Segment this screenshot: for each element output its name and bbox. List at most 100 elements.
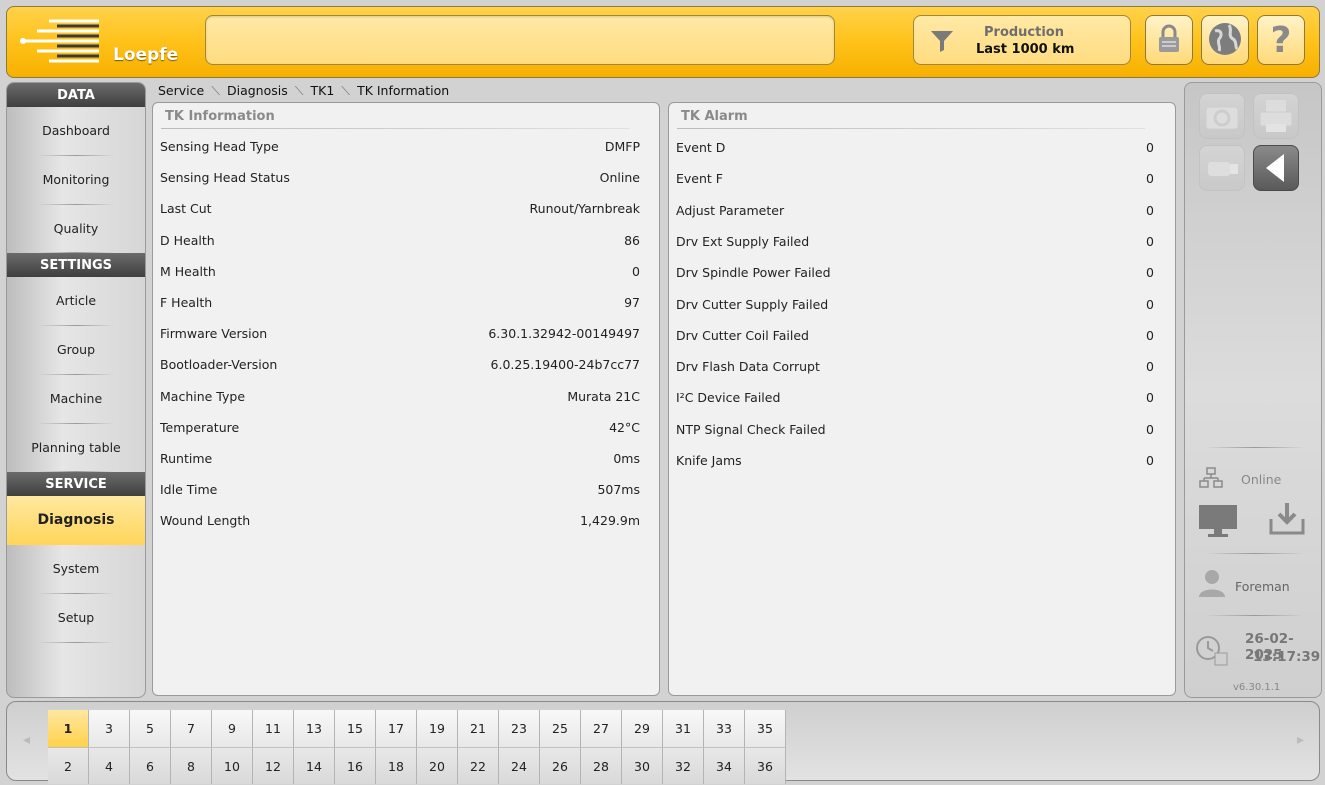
spindle-button[interactable]: 20 <box>417 747 458 784</box>
row-label: Bootloader-Version <box>160 357 278 373</box>
spindle-button[interactable]: 12 <box>253 747 294 784</box>
production-title: Production <box>984 25 1064 40</box>
spindle-button[interactable]: 23 <box>499 710 540 747</box>
nav-item-quality[interactable]: Quality <box>7 205 145 253</box>
loepfe-logo: Loepfe <box>17 15 178 73</box>
row-value: Online <box>599 170 640 186</box>
table-row: Drv Spindle Power Failed 0 <box>676 265 1154 285</box>
row-label: Machine Type <box>160 388 246 404</box>
print-button[interactable] <box>1253 93 1299 139</box>
spindle-button[interactable]: 13 <box>294 710 335 747</box>
row-label: F Health <box>160 295 213 310</box>
spindle-button[interactable]: 11 <box>253 710 294 747</box>
nav-item-monitoring[interactable]: Monitoring <box>7 156 145 205</box>
spindle-button[interactable]: 7 <box>171 710 212 747</box>
language-button[interactable] <box>1201 15 1249 65</box>
spindle-button[interactable]: 36 <box>745 747 786 784</box>
spindle-button[interactable]: 9 <box>212 710 253 747</box>
row-value: 6.0.25.19400-24b7cc77 <box>490 357 640 373</box>
breadcrumb-separator-icon: ⟍ <box>341 83 351 98</box>
row-value: 0 <box>1146 233 1154 249</box>
spindle-button[interactable]: 2 <box>48 747 89 784</box>
spindle-button[interactable]: 24 <box>499 747 540 784</box>
breadcrumb-tk1[interactable]: TK1 <box>311 83 335 98</box>
nav-item-planning-table[interactable]: Planning table <box>7 424 145 472</box>
row-label: Drv Spindle Power Failed <box>676 265 831 281</box>
nav-item-machine[interactable]: Machine <box>7 375 145 424</box>
spindle-button[interactable]: 3 <box>89 710 130 747</box>
spindle-button[interactable]: 16 <box>335 747 376 784</box>
camera-icon <box>1200 106 1244 141</box>
nav-item-system[interactable]: System <box>7 545 145 594</box>
nav-section-service: SERVICE <box>7 472 145 496</box>
spindle-button[interactable]: 19 <box>417 710 458 747</box>
spindle-button[interactable]: 35 <box>745 710 786 747</box>
nav-item-group[interactable]: Group <box>7 326 145 375</box>
spindle-button[interactable]: 27 <box>581 710 622 747</box>
row-value: 0 <box>1146 202 1154 218</box>
nav-item-dashboard[interactable]: Dashboard <box>7 107 145 156</box>
nav-section-data: DATA <box>7 83 145 107</box>
spindle-button[interactable]: 10 <box>212 747 253 784</box>
spindle-button[interactable]: 22 <box>458 747 499 784</box>
usb-export-button[interactable] <box>1199 145 1245 191</box>
tk-information-panel: TK Information Sensing Head Type DMFP Sens… <box>152 102 660 696</box>
row-label: Knife Jams <box>676 453 742 468</box>
spindle-button[interactable]: 17 <box>376 710 417 747</box>
nav-item-setup[interactable]: Setup <box>7 594 145 643</box>
monitor-icon[interactable] <box>1197 503 1239 542</box>
breadcrumb-diagnosis[interactable]: Diagnosis <box>227 83 288 98</box>
spindle-button[interactable]: 26 <box>540 747 581 784</box>
row-label: Drv Ext Supply Failed <box>676 233 810 249</box>
table-row: Wound Length 1,429.9m <box>160 513 640 533</box>
back-button[interactable] <box>1253 145 1299 191</box>
row-label: M Health <box>160 263 216 279</box>
table-row: Machine Type Murata 21C <box>160 389 640 409</box>
spindle-button[interactable]: 30 <box>622 747 663 784</box>
nav-item-article[interactable]: Article <box>7 277 145 326</box>
row-value: 42°C <box>609 419 640 435</box>
spindle-button[interactable]: 31 <box>663 710 704 747</box>
row-label: I²C Device Failed <box>676 390 781 406</box>
spindle-button[interactable]: 1 <box>48 710 89 747</box>
spindle-button[interactable]: 34 <box>704 747 745 784</box>
scroll-right-icon[interactable]: ▸ <box>1297 732 1304 748</box>
spindle-button[interactable]: 14 <box>294 747 335 784</box>
row-value: 97 <box>624 295 640 310</box>
spindle-button[interactable]: 21 <box>458 710 499 747</box>
help-button[interactable]: ? <box>1257 15 1305 65</box>
screenshot-button[interactable] <box>1199 93 1245 139</box>
divider <box>1205 553 1305 554</box>
spindle-button[interactable]: 29 <box>622 710 663 747</box>
spindle-button[interactable]: 33 <box>704 710 745 747</box>
tk-alarm-title: TK Alarm <box>681 109 748 124</box>
spindle-button[interactable]: 5 <box>130 710 171 747</box>
breadcrumb-service[interactable]: Service <box>158 83 204 98</box>
row-value: 0 <box>1146 359 1154 375</box>
scroll-left-icon[interactable]: ◂ <box>23 732 30 748</box>
spindle-button[interactable]: 25 <box>540 710 581 747</box>
spindle-button[interactable]: 15 <box>335 710 376 747</box>
spindle-button[interactable]: 18 <box>376 747 417 784</box>
row-label: Event F <box>676 171 723 187</box>
user-role[interactable]: Foreman <box>1235 579 1290 594</box>
lock-button[interactable] <box>1145 15 1193 65</box>
row-value: 0ms <box>613 451 640 466</box>
nav-section-settings: SETTINGS <box>7 253 145 277</box>
spindle-button[interactable]: 4 <box>89 747 130 784</box>
row-label: Runtime <box>160 451 213 466</box>
download-icon[interactable] <box>1267 501 1307 540</box>
header-info-field[interactable] <box>205 15 835 65</box>
row-value: 0 <box>632 263 640 279</box>
divider <box>1205 447 1305 448</box>
spindle-button[interactable]: 32 <box>663 747 704 784</box>
table-row: M Health 0 <box>160 264 640 284</box>
spindle-button[interactable]: 28 <box>581 747 622 784</box>
title-divider <box>161 128 629 129</box>
nav-item-diagnosis[interactable]: Diagnosis <box>7 496 145 545</box>
back-arrow-icon <box>1254 154 1298 193</box>
production-range: Last 1000 km <box>976 42 1075 57</box>
production-filter-button[interactable]: Production Last 1000 km <box>913 15 1131 65</box>
spindle-button[interactable]: 8 <box>171 747 212 784</box>
spindle-button[interactable]: 6 <box>130 747 171 784</box>
